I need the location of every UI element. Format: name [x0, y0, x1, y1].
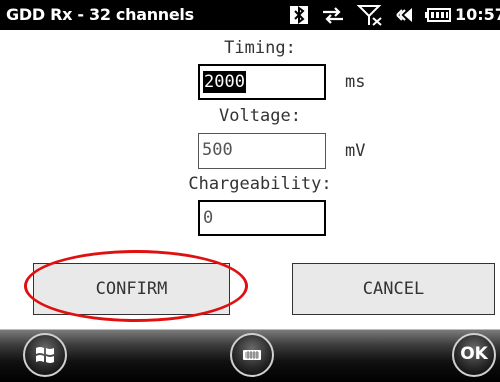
timing-input[interactable]: 2000 [198, 64, 326, 100]
voltage-unit: mV [345, 141, 366, 161]
voltage-value: 500 [202, 140, 233, 160]
chargeability-label: Chargeability: [188, 174, 332, 194]
highlight-ring [24, 250, 248, 322]
chargeability-input[interactable]: 0 [198, 200, 326, 236]
clock[interactable]: 10:57 [455, 5, 500, 24]
keyboard-button[interactable] [230, 333, 274, 377]
chargeability-value: 0 [203, 208, 214, 228]
voltage-label: Voltage: [219, 106, 301, 126]
ok-icon: OK [460, 344, 488, 364]
start-button[interactable] [23, 333, 67, 377]
timing-unit: ms [345, 72, 366, 92]
timing-label: Timing: [224, 38, 296, 58]
timing-value: 2000 [203, 71, 246, 93]
windows-start-icon [36, 347, 54, 363]
keyboard-icon [243, 350, 261, 360]
speaker-icon[interactable] [394, 4, 420, 26]
bluetooth-icon[interactable] [288, 4, 310, 26]
cancel-button[interactable]: CANCEL [292, 263, 495, 315]
battery-icon[interactable] [424, 4, 452, 26]
sync-arrows-icon[interactable] [320, 4, 346, 26]
ok-button[interactable]: OK [452, 333, 496, 377]
app-title: GDD Rx - 32 channels [6, 5, 194, 24]
title-bar: GDD Rx - 32 channels 10:57 [0, 0, 500, 30]
voltage-input[interactable]: 500 [198, 133, 326, 169]
no-signal-icon[interactable] [357, 4, 385, 26]
